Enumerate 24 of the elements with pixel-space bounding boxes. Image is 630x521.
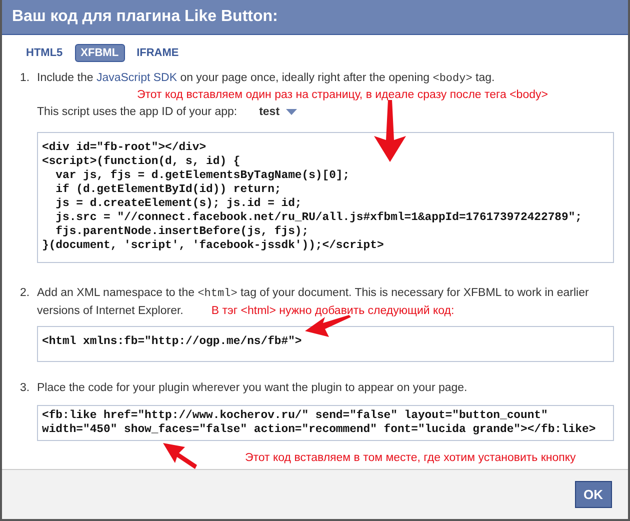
step-number: 2. bbox=[20, 286, 31, 301]
code-box[interactable]: <div id="fb-root"></div> <script>(function(d, s, id) { var js, fjs = d.getElementsByTagName(s)[0]; if (d.getElementById(id)) return; js = d.createElement(s); js.id = id; js.src = "//connect.facebook.net/ru_RU/all.js#xfbml=1&appId=176173972422789"; fjs.parentNode.insertBefore(js, fjs); }(document, 'script', 'facebook-jssdk'));</script> bbox=[37, 132, 614, 263]
arrow-icon bbox=[305, 314, 351, 337]
tab[interactable]: XFBML bbox=[74, 44, 125, 62]
step-number: 1. bbox=[20, 70, 31, 86]
step-number: 3. bbox=[20, 380, 31, 396]
code-box[interactable]: <fb:like href="http://www.kocherov.ru/" send="false" layout="button_count" width="450" show_faces="false" action="recommend" font="lucida grande"></fb:like> bbox=[37, 404, 614, 441]
arrow-icon bbox=[163, 442, 197, 469]
arrow-icon bbox=[372, 100, 408, 162]
step-description: Include the JavaScript SDK on your page once, ideally right after the opening <body> tag. bbox=[37, 70, 496, 87]
tab[interactable]: HTML5 bbox=[20, 44, 69, 62]
sdk-link[interactable]: JavaScript SDK bbox=[96, 72, 177, 84]
annotation-text: В тэг <html> нужно добавить следующий код: bbox=[211, 304, 454, 317]
caret-icon bbox=[286, 108, 297, 115]
annotation-text: Этот код вставляем один раз на страницу, в идеале сразу после тега <body> bbox=[136, 88, 549, 103]
code-box[interactable]: <html xmlns:fb="http://ogp.me/ns/fb#"> bbox=[37, 326, 614, 362]
app-id-label: This script uses the app ID of your app: bbox=[37, 106, 238, 118]
app-select[interactable]: test bbox=[259, 104, 297, 120]
ok-button[interactable]: OK bbox=[574, 480, 612, 508]
step-description: Add an XML namespace to the <html> tag of your document. This is necessary for XFBML to work in earlier versions of Internet Explorer. В тэг <html> нужно добавить следующий код: bbox=[37, 286, 590, 319]
dialog-title: Ваш код для плагина Like Button: bbox=[12, 8, 278, 26]
annotation-text: Этот код вставляем в том месте, где хотим установить кнопку bbox=[245, 450, 576, 466]
step-description: Place the code for your plugin wherever you want the plugin to appear on your page. bbox=[37, 380, 468, 396]
tab[interactable]: IFRAME bbox=[130, 44, 185, 62]
